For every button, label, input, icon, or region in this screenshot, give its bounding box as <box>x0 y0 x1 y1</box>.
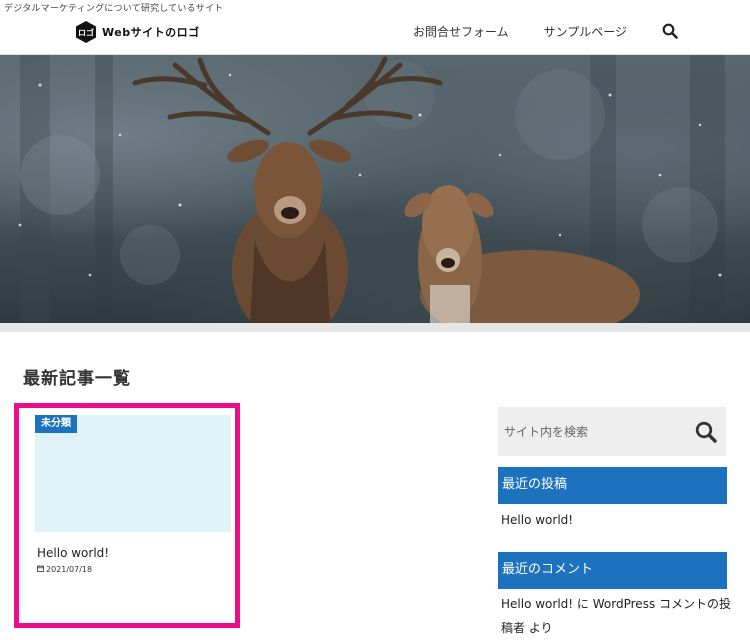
comment-connector: に <box>576 597 589 611</box>
deer-illustration <box>18 55 725 323</box>
sidebar-search-input[interactable] <box>504 424 674 439</box>
hero-image <box>0 55 750 323</box>
comment-suffix: より <box>528 621 553 635</box>
post-card-highlight: 未分類 Hello world! 2021/07/18 <box>14 403 240 628</box>
post-thumbnail[interactable]: 未分類 <box>35 415 231 532</box>
calendar-icon <box>37 565 44 574</box>
recent-post-link[interactable]: Hello world! <box>501 513 573 527</box>
logo-mark-text: ロゴ <box>78 28 94 38</box>
sidebar-search <box>498 407 726 456</box>
site-logo[interactable]: ロゴ Webサイトのロゴ <box>74 20 200 44</box>
search-icon[interactable] <box>694 420 718 444</box>
post-date-text: 2021/07/18 <box>46 565 93 574</box>
nav-item-contact-form[interactable]: お問合せフォーム <box>413 23 509 40</box>
hero-bottom-band <box>0 323 750 332</box>
recent-comments-heading: 最近のコメント <box>498 552 727 589</box>
logo-hexagon-icon: ロゴ <box>74 20 98 44</box>
nav-item-sample-page[interactable]: サンプルページ <box>544 23 627 40</box>
post-date: 2021/07/18 <box>37 565 92 574</box>
recent-comment-item: Hello world! に WordPress コメントの投稿者 より <box>501 592 731 640</box>
recent-posts-heading: 最近の投稿 <box>498 467 727 504</box>
page-title: 最新記事一覧 <box>23 369 131 389</box>
comment-post-link[interactable]: Hello world! <box>501 597 573 611</box>
site-tagline: デジタルマーケティングについて研究しているサイト <box>4 4 224 14</box>
logo-text: Webサイトのロゴ <box>102 26 200 39</box>
header-search-icon[interactable] <box>662 23 678 39</box>
global-nav: お問合せフォーム サンプルページ <box>413 20 750 42</box>
category-badge: 未分類 <box>35 415 77 433</box>
post-card[interactable]: 未分類 Hello world! 2021/07/18 <box>35 415 231 625</box>
post-title[interactable]: Hello world! <box>37 546 109 560</box>
